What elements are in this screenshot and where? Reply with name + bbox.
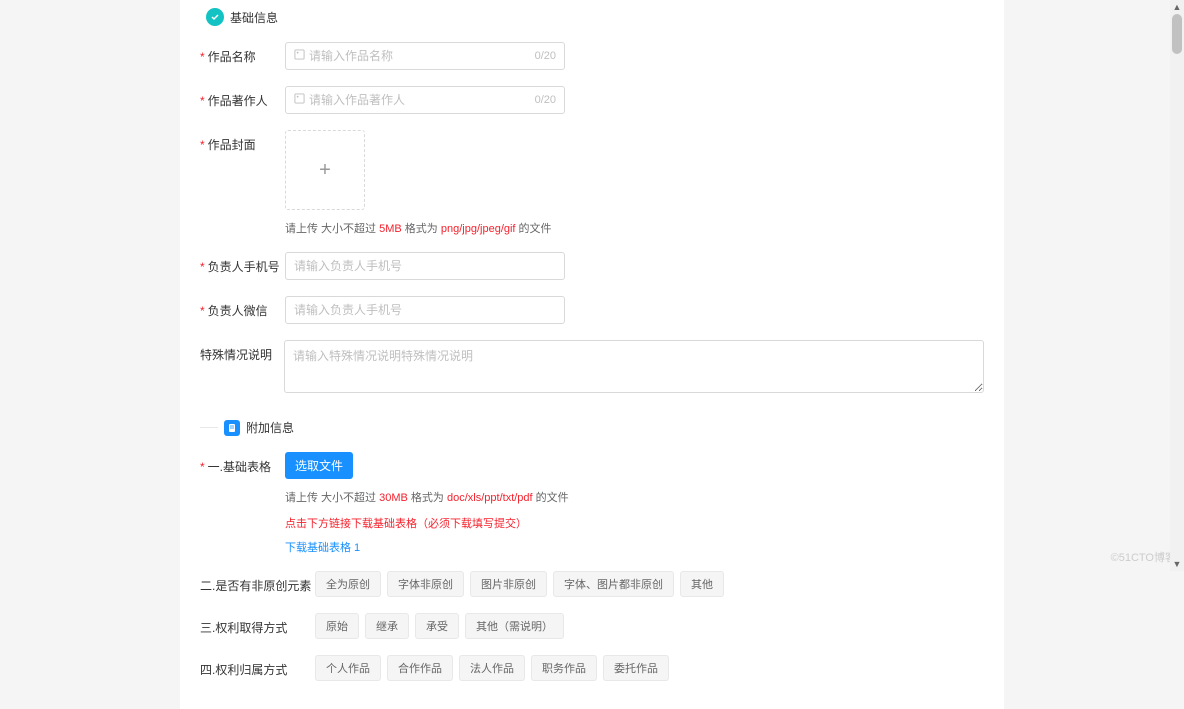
name-input[interactable]	[309, 49, 535, 63]
row-author: *作品著作人 0/20	[200, 78, 984, 122]
phone-input[interactable]	[294, 259, 556, 273]
tag-belong-0[interactable]: 个人作品	[315, 655, 381, 681]
tag-acquire-2[interactable]: 承受	[415, 613, 459, 639]
tag-original-4[interactable]: 其他	[680, 571, 724, 597]
label-phone: *负责人手机号	[200, 252, 285, 275]
section-title-attach: 附加信息	[246, 419, 294, 436]
tag-original-2[interactable]: 图片非原创	[470, 571, 547, 597]
row-baseform: *一.基础表格 选取文件 请上传 大小不超过 30MB 格式为 doc/xls/…	[200, 444, 984, 563]
original-tag-group: 全为原创 字体非原创 图片非原创 字体、图片都非原创 其他	[315, 571, 984, 597]
tag-belong-3[interactable]: 职务作品	[531, 655, 597, 681]
author-count: 0/20	[535, 94, 556, 106]
tag-acquire-1[interactable]: 继承	[365, 613, 409, 639]
tag-belong-1[interactable]: 合作作品	[387, 655, 453, 681]
row-cover: *作品封面 + 请上传 大小不超过 5MB 格式为 png/jpg/jpeg/g…	[200, 122, 984, 244]
label-original: 二.是否有非原创元素	[200, 571, 315, 594]
tag-acquire-3[interactable]: 其他（需说明）	[465, 613, 564, 639]
baseform-hint: 请上传 大小不超过 30MB 格式为 doc/xls/ppt/txt/pdf 的…	[285, 489, 984, 505]
author-input[interactable]	[309, 93, 535, 107]
label-belong: 四.权利归属方式	[200, 655, 315, 678]
special-textarea[interactable]	[293, 347, 975, 383]
belong-tag-group: 个人作品 合作作品 法人作品 职务作品 委托作品	[315, 655, 984, 681]
acquire-tag-group: 原始 继承 承受 其他（需说明）	[315, 613, 984, 639]
baseform-red-note: 点击下方链接下载基础表格（必须下载填写提交）	[285, 515, 984, 531]
tag-original-0[interactable]: 全为原创	[315, 571, 381, 597]
name-count: 0/20	[535, 50, 556, 62]
textarea-wrap-special	[284, 340, 984, 393]
label-special: 特殊情况说明	[200, 340, 284, 363]
download-baseform-link[interactable]: 下载基础表格 1	[285, 539, 360, 555]
input-wrap-name: 0/20	[285, 42, 565, 70]
row-belong: 四.权利归属方式 个人作品 合作作品 法人作品 职务作品 委托作品	[200, 647, 984, 689]
row-phone: *负责人手机号	[200, 244, 984, 288]
scroll-down-icon[interactable]: ▼	[1170, 557, 1184, 571]
scroll-up-icon[interactable]: ▲	[1170, 0, 1184, 14]
row-wechat: *负责人微信	[200, 288, 984, 332]
tag-icon	[294, 49, 305, 63]
tag-original-1[interactable]: 字体非原创	[387, 571, 464, 597]
label-cover: *作品封面	[200, 130, 285, 153]
row-original: 二.是否有非原创元素 全为原创 字体非原创 图片非原创 字体、图片都非原创 其他	[200, 563, 984, 605]
input-wrap-phone	[285, 252, 565, 280]
divider-line	[200, 427, 218, 428]
select-file-button[interactable]: 选取文件	[285, 452, 353, 479]
scroll-thumb[interactable]	[1172, 14, 1182, 54]
row-acquire: 三.权利取得方式 原始 继承 承受 其他（需说明）	[200, 605, 984, 647]
tag-belong-2[interactable]: 法人作品	[459, 655, 525, 681]
document-icon	[224, 420, 240, 436]
row-name: *作品名称 0/20	[200, 34, 984, 78]
section-title-basic: 基础信息	[230, 9, 278, 26]
row-special: 特殊情况说明	[200, 332, 984, 401]
watermark: ©51CTO博客	[1111, 549, 1176, 565]
input-wrap-author: 0/20	[285, 86, 565, 114]
section-header-attach: 附加信息	[200, 411, 984, 444]
tag-icon	[294, 93, 305, 107]
label-acquire: 三.权利取得方式	[200, 613, 315, 636]
cover-hint: 请上传 大小不超过 5MB 格式为 png/jpg/jpeg/gif 的文件	[285, 220, 984, 236]
tag-original-3[interactable]: 字体、图片都非原创	[553, 571, 674, 597]
tag-belong-4[interactable]: 委托作品	[603, 655, 669, 681]
label-name: *作品名称	[200, 42, 285, 65]
vertical-scrollbar[interactable]: ▲ ▼	[1170, 0, 1184, 571]
label-author: *作品著作人	[200, 86, 285, 109]
tag-acquire-0[interactable]: 原始	[315, 613, 359, 639]
label-baseform: *一.基础表格	[200, 452, 285, 475]
input-wrap-wechat	[285, 296, 565, 324]
plus-icon: +	[319, 159, 331, 182]
wechat-input[interactable]	[294, 303, 556, 317]
check-icon	[206, 8, 224, 26]
section-header-basic: 基础信息	[200, 0, 984, 34]
label-wechat: *负责人微信	[200, 296, 285, 319]
cover-upload[interactable]: +	[285, 130, 365, 210]
